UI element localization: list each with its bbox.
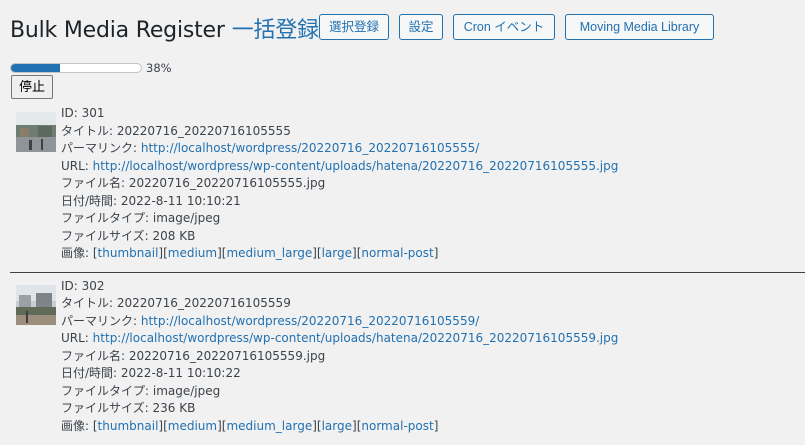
item-filename-label: ファイル名: — [61, 348, 129, 363]
item-datetime-row: 日付/時間: 2022-8-11 10:10:22 — [61, 365, 805, 383]
item-filesize-row: ファイルサイズ: 236 KB — [61, 400, 805, 418]
item-title: 20220716_20220716105559 — [116, 296, 291, 310]
item-images-row: 画像: [thumbnail][medium][medium_large][la… — [61, 418, 439, 433]
item-id: ID: 302 — [61, 278, 105, 293]
size-link-normal-post[interactable]: normal-post — [361, 246, 433, 260]
size-link-medium-large[interactable]: medium_large — [226, 246, 312, 260]
item-list: ID: 301 タイトル: 20220716_20220716105555 パー… — [10, 105, 805, 441]
item-filesize: 208 KB — [152, 228, 196, 243]
item-divider — [10, 271, 805, 273]
item-filename-row: ファイル名: 20220716_20220716105559.jpg — [61, 348, 805, 366]
size-link-thumbnail[interactable]: thumbnail — [98, 246, 159, 260]
item-title-row: タイトル: 20220716_20220716105555 — [61, 123, 805, 141]
item-url-link[interactable]: http://localhost/wordpress/wp-content/up… — [93, 331, 619, 345]
item-filesize-label: ファイルサイズ: — [61, 401, 153, 415]
size-link-medium[interactable]: medium — [168, 246, 217, 260]
item-title: 20220716_20220716105555 — [116, 123, 291, 138]
item-filename-row: ファイル名: 20220716_20220716105555.jpg — [61, 175, 805, 193]
item-permalink-label: パーマリンク: — [61, 313, 141, 328]
item-filesize-row: ファイルサイズ: 208 KB — [61, 228, 805, 246]
settings-button[interactable]: 設定 — [399, 14, 443, 40]
item-datetime-label: 日付/時間: — [61, 193, 121, 208]
item-url-row: URL: http://localhost/wordpress/wp-conte… — [61, 158, 805, 176]
item-filesize-label: ファイルサイズ: — [61, 228, 153, 243]
cron-event-button[interactable]: Cron イベント — [453, 14, 555, 40]
select-register-button[interactable]: 選択登録 — [319, 14, 389, 40]
item-permalink-link[interactable]: http://localhost/wordpress/20220716_2022… — [141, 141, 479, 155]
item-filename: 20220716_20220716105555.jpg — [128, 176, 326, 190]
item-filesize: 236 KB — [152, 401, 196, 415]
progress-label: 38% — [146, 61, 172, 75]
size-link-medium-large[interactable]: medium_large — [226, 419, 312, 433]
page-title: Bulk Media Register 一括登録 — [10, 12, 319, 44]
list-item: ID: 302 タイトル: 20220716_20220716105559 パー… — [16, 278, 805, 441]
item-permalink-row: パーマリンク: http://localhost/wordpress/20220… — [61, 140, 805, 158]
item-filetype: image/jpeg — [152, 383, 221, 398]
item-filetype-row: ファイルタイプ: image/jpeg — [61, 210, 805, 228]
thumbnail-image — [16, 112, 56, 152]
item-filename: 20220716_20220716105559.jpg — [128, 348, 326, 363]
item-url-link[interactable]: http://localhost/wordpress/wp-content/up… — [93, 159, 619, 173]
size-link-large[interactable]: large — [322, 419, 352, 433]
item-url-label: URL: — [61, 331, 93, 345]
item-images-label: 画像: — [61, 418, 93, 433]
page-title-jp: 一括登録 — [231, 18, 319, 43]
item-filetype-label: ファイルタイプ: — [61, 211, 153, 225]
item-title-row: タイトル: 20220716_20220716105559 — [61, 295, 805, 313]
item-images-label: 画像: — [61, 246, 93, 260]
stop-button[interactable]: 停止 — [11, 75, 53, 99]
item-datetime: 2022-8-11 10:10:21 — [120, 193, 241, 208]
progress-bar — [10, 63, 142, 73]
item-title-label: タイトル: — [61, 123, 117, 138]
item-datetime-row: 日付/時間: 2022-8-11 10:10:21 — [61, 193, 805, 211]
item-permalink-link[interactable]: http://localhost/wordpress/20220716_2022… — [141, 314, 479, 328]
item-permalink-row: パーマリンク: http://localhost/wordpress/20220… — [61, 313, 805, 331]
item-url-row: URL: http://localhost/wordpress/wp-conte… — [61, 330, 805, 348]
progress: 38% — [10, 61, 172, 75]
size-link-normal-post[interactable]: normal-post — [361, 419, 433, 433]
size-link-thumbnail[interactable]: thumbnail — [98, 419, 159, 433]
size-link-medium[interactable]: medium — [168, 419, 217, 433]
page-title-text: Bulk Media Register — [10, 18, 225, 43]
thumbnail-image — [16, 284, 56, 325]
progress-fill — [11, 64, 61, 72]
item-id: ID: 301 — [61, 106, 105, 120]
item-datetime-label: 日付/時間: — [61, 366, 121, 380]
item-filetype: image/jpeg — [152, 211, 221, 225]
list-item: ID: 301 タイトル: 20220716_20220716105555 パー… — [16, 105, 805, 268]
item-images-row: 画像: [thumbnail][medium][medium_large][la… — [61, 246, 439, 260]
page-header: Bulk Media Register 一括登録 — [10, 13, 319, 43]
item-filetype-row: ファイルタイプ: image/jpeg — [61, 383, 805, 401]
item-permalink-label: パーマリンク: — [61, 141, 141, 155]
size-link-large[interactable]: large — [322, 246, 352, 260]
moving-media-library-button[interactable]: Moving Media Library — [565, 14, 714, 40]
item-title-label: タイトル: — [61, 296, 117, 310]
item-filetype-label: ファイルタイプ: — [61, 383, 153, 398]
item-datetime: 2022-8-11 10:10:22 — [120, 366, 241, 380]
item-filename-label: ファイル名: — [61, 176, 129, 190]
item-url-label: URL: — [61, 158, 93, 173]
